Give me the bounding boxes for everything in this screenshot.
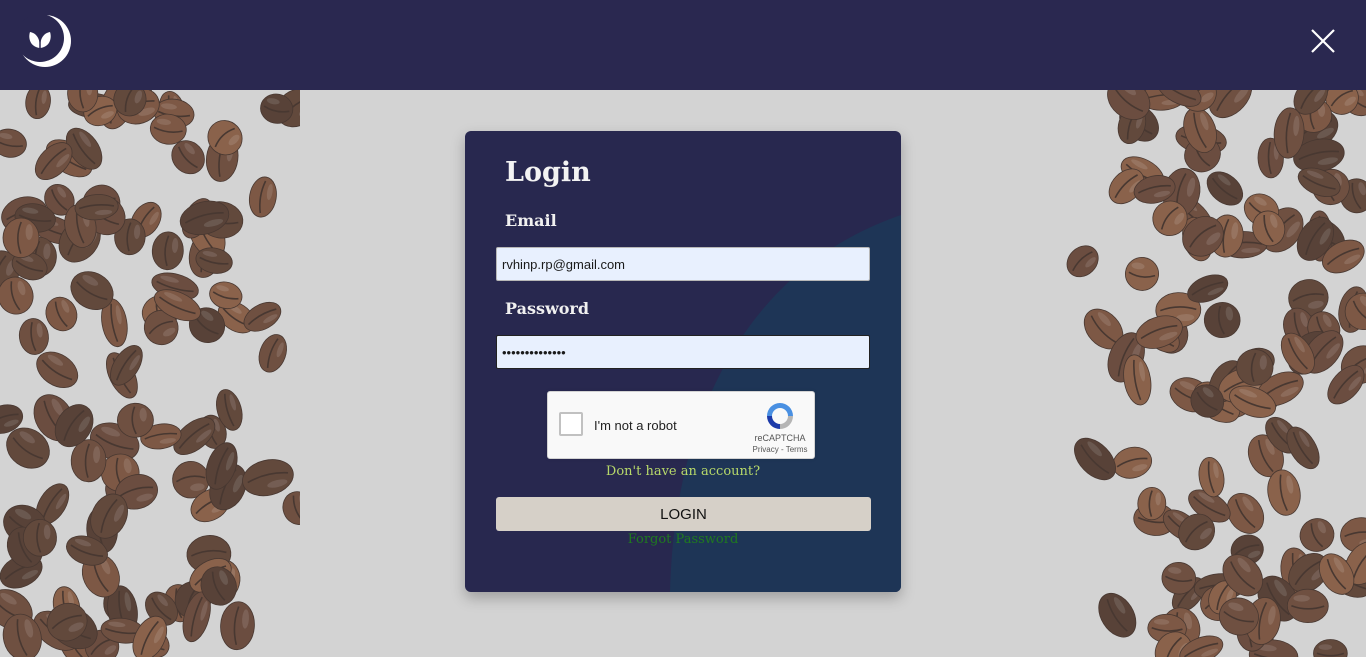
coffee-beans-right-image xyxy=(1066,90,1366,657)
login-card: Login Email Password I'm not a robot reC… xyxy=(465,131,901,592)
coffee-beans-left-image xyxy=(0,90,300,657)
email-label: Email xyxy=(505,211,557,230)
leaf-moon-logo-icon[interactable] xyxy=(18,14,72,68)
recaptcha-widget: I'm not a robot reCAPTCHA Privacy - Term… xyxy=(547,391,815,459)
beans-veil xyxy=(0,90,300,657)
close-icon[interactable] xyxy=(1310,28,1336,54)
login-title: Login xyxy=(505,157,591,188)
email-field[interactable] xyxy=(496,247,870,281)
recaptcha-brand: reCAPTCHA xyxy=(754,433,806,443)
password-field[interactable] xyxy=(496,335,870,369)
recaptcha-privacy-terms-links[interactable]: Privacy - Terms xyxy=(746,445,814,454)
beans-veil xyxy=(1066,90,1366,657)
forgot-password-link[interactable]: Forgot Password xyxy=(465,532,901,547)
recaptcha-checkbox[interactable] xyxy=(559,412,583,436)
top-navbar xyxy=(0,0,1366,90)
recaptcha-logo-icon xyxy=(767,403,793,429)
signup-link[interactable]: Don't have an account? xyxy=(465,464,901,479)
login-button[interactable]: LOGIN xyxy=(496,497,871,531)
recaptcha-label: I'm not a robot xyxy=(594,418,677,433)
password-label: Password xyxy=(505,299,590,318)
